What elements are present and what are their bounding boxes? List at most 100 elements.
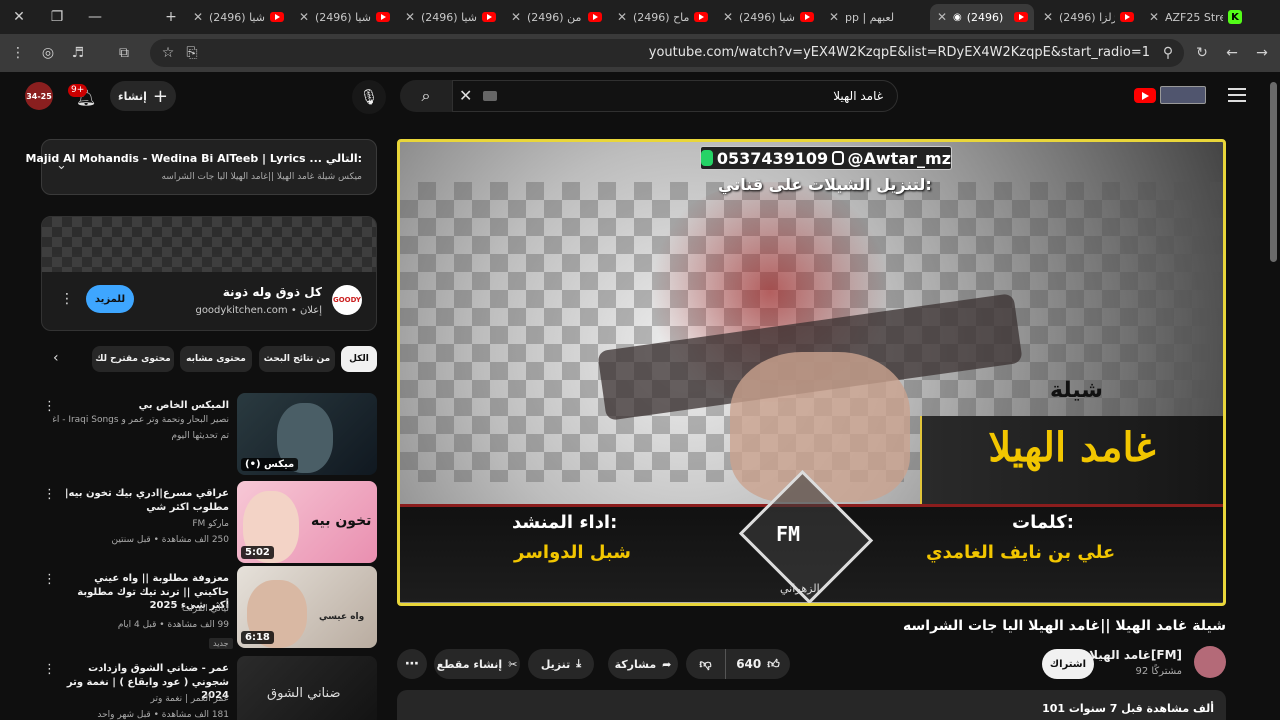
browser-tab[interactable]: ✕ AZF25 Stre K (1142, 4, 1248, 30)
chip-all[interactable]: الكل (341, 346, 377, 372)
browser-tab[interactable]: ✕ pp | لعبهم (822, 4, 926, 30)
create-button[interactable]: إنشاء + (110, 81, 176, 111)
video-thumbnail[interactable]: واه عيسي 6:18 (237, 566, 377, 648)
close-tab-icon[interactable]: ✕ (616, 10, 628, 24)
tab-label: (2496) ماح (633, 10, 689, 24)
channel-brand-image[interactable] (1160, 86, 1206, 104)
browser-tab[interactable]: ✕ (2496) ماح (610, 4, 714, 30)
download-button[interactable]: تنزيل ⤓ (528, 649, 594, 679)
recommendation-item[interactable]: واه عيسي 6:18 معزوفة مطلوبة || واه عيني … (41, 566, 377, 650)
chevron-left-icon[interactable]: ‹ (53, 350, 59, 366)
ad-domain-text: goodykitchen.com (195, 305, 288, 316)
guide-menu-icon[interactable] (1228, 88, 1246, 102)
browser-tab[interactable]: ✕ (2496) شيا (292, 4, 396, 30)
close-tab-icon[interactable]: ✕ (404, 10, 416, 24)
browser-tab[interactable]: ✕ (2496) شيا (716, 4, 820, 30)
audio-playing-icon[interactable]: ◉ (953, 12, 962, 23)
close-tab-icon[interactable]: ✕ (1148, 10, 1160, 24)
recommendation-item[interactable]: (•) ميكس الميكس الخاص بي نصير البحار ونح… (41, 393, 377, 477)
close-window-icon[interactable]: ✕ (0, 0, 38, 34)
close-tab-icon[interactable]: ✕ (936, 10, 948, 24)
plus-icon: + (152, 85, 168, 107)
thumbnail-text: واه عيسي (319, 612, 365, 622)
lyrics-label: كلمات: (1012, 512, 1074, 533)
browser-tab[interactable]: ✕ (2496) زلزا (1036, 4, 1140, 30)
ad-card[interactable]: GOODY كل ذوق وله ذونة goodykitchen.com •… (41, 216, 377, 331)
more-vertical-icon[interactable]: ⋮ (43, 572, 56, 587)
more-actions-button[interactable]: ⋯ (397, 649, 427, 679)
search-icon: ⌕ (421, 86, 431, 105)
playlist-panel[interactable]: Majid Al Mohandis - Wedina Bi AlTeeb | L… (25, 139, 377, 195)
profile-icon[interactable]: ◎ (36, 41, 60, 65)
media-controls-icon[interactable]: ♬ (66, 41, 90, 65)
back-icon[interactable]: ← (1220, 41, 1244, 65)
chevron-down-icon[interactable]: ⌄ (56, 158, 67, 173)
ad-cta-button[interactable]: للمزيد (86, 285, 134, 313)
close-tab-icon[interactable]: ✕ (192, 10, 204, 24)
share-button[interactable]: مشاركة ➦ (608, 649, 678, 679)
video-player[interactable]: 0537439109 @Awtar_mz لتنزيل الشيلات على … (397, 139, 1226, 606)
next-title: Majid Al Mohandis - Wedina Bi AlTeeb | L… (25, 152, 322, 165)
recommendation-item[interactable]: ضناني الشوق عمر - ضناني الشوق وازدادت شج… (41, 656, 377, 720)
more-vertical-icon[interactable]: ⋮ (43, 662, 56, 677)
youtube-logo-icon[interactable] (1134, 88, 1156, 103)
browser-tab[interactable]: ✕ (2496) من (504, 4, 608, 30)
menu-dots-icon[interactable]: ⋮ (6, 41, 30, 65)
thumbnail-text: تخون بيه (311, 513, 372, 529)
browser-tab[interactable]: ✕ (2496) شيا (186, 4, 290, 30)
forward-icon[interactable]: → (1250, 41, 1274, 65)
ad-banner-image (42, 217, 376, 272)
minimize-window-icon[interactable]: — (76, 0, 114, 34)
browser-tab-active[interactable]: ✕ ◉ (2496) (930, 4, 1034, 30)
subscriber-count: 92 مشتركًا (1135, 666, 1182, 677)
more-vertical-icon[interactable]: ⋮ (43, 487, 56, 502)
download-label: تنزيل (540, 657, 571, 671)
close-tab-icon[interactable]: ✕ (510, 10, 522, 24)
dislike-button[interactable]: 👎︎ (686, 649, 726, 679)
search-input[interactable]: ✕ غامد الهيلا (452, 80, 898, 112)
thumbs-down-icon: 👎︎ (699, 656, 712, 671)
search-button[interactable]: ⌕ (400, 80, 452, 112)
close-tab-icon[interactable]: ✕ (1042, 10, 1054, 24)
install-app-icon[interactable]: ⎘ (180, 41, 204, 65)
new-badge: جديد (209, 638, 233, 649)
subscribe-button[interactable]: اشتراك (1042, 649, 1094, 679)
close-tab-icon[interactable]: ✕ (722, 10, 734, 24)
restore-window-icon[interactable]: ❐ (38, 0, 76, 34)
keyboard-icon[interactable] (483, 91, 497, 101)
address-bar[interactable]: ☆ ⎘ youtube.com/watch?v=yEX4W2KzqpE&list… (150, 39, 1184, 67)
browser-tab[interactable]: ✕ (2496) شيا (398, 4, 502, 30)
video-thumbnail[interactable]: (•) ميكس (237, 393, 377, 475)
recommendation-title: عراقي مسرع|ادري بيك تخون بيه| مطلوب اكثر… (64, 488, 229, 513)
site-settings-icon[interactable]: ⚲ (1156, 41, 1180, 65)
scrollbar-thumb[interactable] (1270, 82, 1277, 262)
video-thumbnail[interactable]: تخون بيه 5:02 (237, 481, 377, 563)
download-note: لتنزيل الشيلات على قناتي: (718, 175, 932, 194)
clip-button[interactable]: إنشاء مقطع ✂ (434, 649, 520, 679)
youtube-icon (1120, 12, 1134, 22)
channel-name[interactable]: غامد الهيلا[FM] (1089, 648, 1182, 662)
like-button[interactable]: 640 👍︎ (726, 657, 790, 672)
extensions-icon[interactable]: ⧉ (112, 41, 136, 65)
reload-icon[interactable]: ↻ (1190, 41, 1214, 65)
video-thumbnail[interactable]: ضناني الشوق (237, 656, 377, 720)
channel-avatar[interactable] (1194, 646, 1226, 678)
close-tab-icon[interactable]: ✕ (828, 10, 840, 24)
clear-search-icon[interactable]: ✕ (459, 86, 472, 105)
next-label: التالي: (325, 152, 362, 165)
page-scrollbar[interactable] (1268, 72, 1280, 720)
avatar[interactable]: 34-25 (25, 82, 53, 110)
recommendation-item[interactable]: تخون بيه 5:02 عراقي مسرع|ادري بيك تخون ب… (41, 481, 377, 565)
more-vertical-icon[interactable]: ⋮ (60, 291, 74, 307)
more-vertical-icon[interactable]: ⋮ (43, 399, 56, 414)
chip-from-search[interactable]: من نتائج البحث (259, 346, 335, 372)
voice-search-button[interactable]: 🎙︎ (352, 80, 386, 114)
chip-recommended[interactable]: محتوى مقترح لك (92, 346, 174, 372)
youtube-icon (1014, 12, 1028, 22)
description-box[interactable]: 101 ألف مشاهدة قبل 7 سنوات (397, 690, 1226, 720)
chip-related[interactable]: محتوى مشابه (180, 346, 252, 372)
bookmark-star-icon[interactable]: ☆ (156, 41, 180, 65)
new-tab-icon[interactable]: + (152, 0, 190, 34)
performer-label: اداء المنشد: (512, 512, 618, 533)
close-tab-icon[interactable]: ✕ (298, 10, 310, 24)
